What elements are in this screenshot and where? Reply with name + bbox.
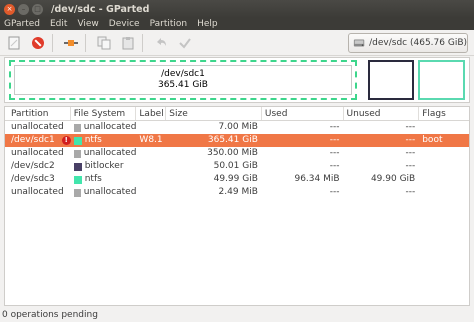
partition-block-size: 365.41 GiB [157,80,208,90]
delete-partition-icon [32,36,44,49]
cell-used: --- [329,161,340,171]
cell-file-system: unallocated [71,186,136,199]
toolbar-separator [85,33,86,52]
toolbar-separator [52,33,53,52]
table-row[interactable]: /dev/sdc2 bitlocker 50.01 GiB --- --- [5,160,469,173]
warning-icon: ! [61,136,71,145]
fs-color-swatch [73,149,81,158]
header-flags[interactable]: Flags [419,107,469,120]
disk-map: /dev/sdc1 365.41 GiB [4,57,470,103]
delete-partition-button[interactable] [28,33,48,53]
cell-partition: /dev/sdc1! [5,134,71,147]
fs-color-swatch [73,123,81,132]
partition-table: Partition File System Label Size Used Un… [4,106,470,306]
status-text: 0 operations pending [2,310,98,320]
menu-gparted[interactable]: GParted [4,19,40,29]
cell-file-system: unallocated [71,147,136,160]
table-body: unallocated unallocated 7.00 MiB --- ---/dev… [5,121,469,199]
header-file-system[interactable]: File System [71,107,137,120]
cell-partition: /dev/sdc2 [11,161,55,171]
paste-button[interactable] [118,33,138,53]
cell-size: 49.99 GiB [213,174,258,184]
cell-partition: unallocated [11,148,64,158]
toolbar: /dev/sdc (465.76 GiB) [0,30,474,56]
cell-used: --- [329,187,340,197]
cell-unused: --- [405,122,416,132]
cell-unused: --- [405,135,416,145]
minimize-window-button[interactable]: – [18,3,29,15]
title-bar: × – □ /dev/sdc - GParted [0,0,474,18]
menu-help[interactable]: Help [197,19,218,29]
apply-button[interactable] [175,33,195,53]
window-title: /dev/sdc - GParted [51,3,150,15]
device-selector[interactable]: /dev/sdc (465.76 GiB) [348,33,468,53]
resize-move-button[interactable] [61,33,81,53]
header-used[interactable]: Used [262,107,344,120]
fs-color-swatch [73,175,82,184]
table-header: Partition File System Label Size Used Un… [5,107,469,121]
cell-flags: boot [422,135,443,145]
partition-block-sdc1[interactable]: /dev/sdc1 365.41 GiB [9,60,357,100]
device-selector-label: /dev/sdc (465.76 GiB) [369,38,467,48]
status-bar: 0 operations pending [0,308,474,322]
partition-block-name: /dev/sdc1 [161,69,205,79]
header-label[interactable]: Label [136,107,167,120]
partition-block-sdc3[interactable] [418,60,465,100]
undo-button[interactable] [151,33,171,53]
cell-used: 96.34 MiB [294,174,340,184]
cell-used: --- [329,135,340,145]
menu-partition[interactable]: Partition [150,19,188,29]
copy-button[interactable] [94,33,114,53]
cell-size: 7.00 MiB [218,122,258,132]
paste-icon [122,36,134,49]
fs-color-swatch [73,162,82,171]
cell-partition: unallocated [11,122,64,132]
cell-used: --- [329,148,340,158]
table-row[interactable]: unallocated unallocated 7.00 MiB --- --- [5,121,469,134]
cell-unused: --- [405,187,416,197]
cell-used: --- [329,122,340,132]
cell-label: W8.1 [139,135,163,145]
close-window-button[interactable]: × [4,3,15,15]
fs-color-swatch [73,188,81,197]
cell-file-system: unallocated [71,121,136,134]
toolbar-separator [142,33,143,52]
cell-size: 2.49 MiB [218,187,258,197]
cell-partition: unallocated [11,187,64,197]
partition-block-sdc1-inner: /dev/sdc1 365.41 GiB [14,65,352,95]
new-partition-button[interactable] [4,33,24,53]
menu-device[interactable]: Device [109,19,140,29]
cell-size: 350.00 MiB [207,148,258,158]
copy-icon [97,36,111,49]
cell-unused: --- [405,148,416,158]
cell-size: 365.41 GiB [207,135,258,145]
partition-block-sdc2[interactable] [368,60,414,100]
header-size[interactable]: Size [166,107,262,120]
cell-file-system: ntfs [71,134,137,147]
table-row[interactable]: unallocated unallocated 2.49 MiB --- --- [5,186,469,199]
cell-partition: /dev/sdc3 [11,174,55,184]
header-partition[interactable]: Partition [5,107,71,120]
resize-move-icon [64,39,78,46]
cell-size: 50.01 GiB [213,161,258,171]
menu-view[interactable]: View [77,19,98,29]
header-unused[interactable]: Unused [344,107,420,120]
menu-bar: GParted Edit View Device Partition Help [0,18,474,30]
menu-edit[interactable]: Edit [50,19,67,29]
cell-unused: --- [405,161,416,171]
window-controls: × – □ [4,3,43,15]
undo-icon [157,37,166,46]
apply-icon [179,37,191,49]
disk-icon [353,39,365,47]
table-row[interactable]: /dev/sdc3 ntfs 49.99 GiB 96.34 MiB 49.90 GiB [5,173,469,186]
cell-file-system: ntfs [71,173,137,186]
table-row[interactable]: /dev/sdc1! ntfs W8.1 365.41 GiB --- --- boot [5,134,469,147]
cell-unused: 49.90 GiB [370,174,416,184]
table-row[interactable]: unallocated unallocated 350.00 MiB --- --- [5,147,469,160]
fs-color-swatch [73,136,82,145]
maximize-window-button[interactable]: □ [32,3,43,15]
new-partition-icon [8,36,20,49]
cell-file-system: bitlocker [71,160,137,173]
